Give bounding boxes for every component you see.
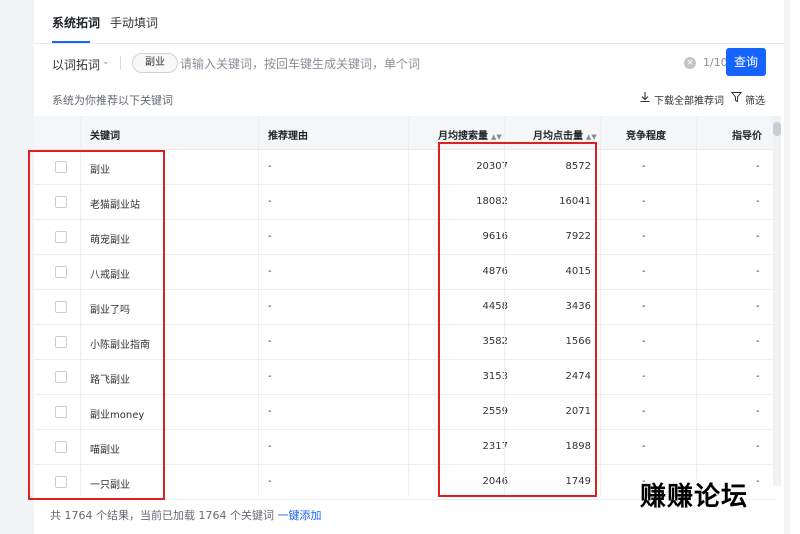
competition-cell: - (642, 196, 646, 207)
reason-cell: - (268, 196, 272, 207)
vertical-scrollbar[interactable] (773, 116, 781, 486)
sort-icon[interactable]: ▲▼ (491, 133, 502, 141)
price-cell: - (756, 476, 760, 487)
highlight-box-keywords (28, 150, 165, 500)
header-keyword: 关键词 (90, 131, 120, 142)
price-cell: - (756, 336, 760, 347)
competition-cell: - (642, 406, 646, 417)
side-panel-edge (790, 0, 800, 534)
competition-cell: - (642, 301, 646, 312)
column-divider (600, 116, 601, 496)
header-reason: 推荐理由 (268, 131, 308, 142)
suggest-bar: 系统为你推荐以下关键词 下载全部推荐词 筛选 (34, 84, 784, 114)
price-cell: - (756, 301, 760, 312)
sort-icon[interactable]: ▲▼ (586, 133, 597, 141)
watermark-text: 赚赚论坛 (640, 482, 749, 512)
competition-cell: - (642, 161, 646, 172)
competition-cell: - (642, 266, 646, 277)
price-cell: - (756, 406, 760, 417)
filter-icon[interactable] (731, 91, 742, 103)
reason-cell: - (268, 161, 272, 172)
column-divider (258, 116, 259, 496)
filter-button[interactable]: 筛选 (745, 92, 765, 107)
download-all-button[interactable]: 下载全部推荐词 (654, 92, 724, 107)
competition-cell: - (642, 371, 646, 382)
add-all-link[interactable]: 一键添加 (277, 509, 321, 522)
column-divider (408, 116, 409, 496)
reason-cell: - (268, 406, 272, 417)
header-search[interactable]: 月均搜索量 ▲▼ (438, 127, 502, 142)
table-header: 关键词 推荐理由 月均搜索量 ▲▼ 月均点击量 ▲▼ 竞争程度 指导价 (34, 116, 776, 150)
keyword-chip[interactable]: 副业 (132, 53, 178, 73)
price-cell: - (756, 441, 760, 452)
tab-bar: 系统拓词 手动填词 (34, 0, 784, 44)
reason-cell: - (268, 336, 272, 347)
price-cell: - (756, 196, 760, 207)
keyword-count: 1/10 (703, 56, 728, 69)
download-icon[interactable] (639, 91, 651, 103)
price-cell: - (756, 161, 760, 172)
reason-cell: - (268, 266, 272, 277)
result-summary: 共 1764 个结果，当前已加载 1764 个关键词 (50, 509, 274, 522)
reason-cell: - (268, 301, 272, 312)
chevron-down-icon[interactable]: ⌄ (102, 57, 110, 67)
result-footer: 共 1764 个结果，当前已加载 1764 个关键词 一键添加 (50, 507, 321, 523)
divider (120, 56, 121, 70)
reason-cell: - (268, 371, 272, 382)
column-divider (696, 116, 697, 496)
header-price: 指导价 (732, 131, 762, 142)
header-click[interactable]: 月均点击量 ▲▼ (533, 127, 597, 142)
mode-select[interactable]: 以词拓词 (52, 56, 100, 73)
header-competition: 竞争程度 (626, 131, 666, 142)
tab-system-expand[interactable]: 系统拓词 (52, 14, 100, 31)
reason-cell: - (268, 231, 272, 242)
competition-cell: - (642, 231, 646, 242)
reason-cell: - (268, 476, 272, 487)
header-click-label: 月均点击量 (533, 131, 583, 142)
header-search-label: 月均搜索量 (438, 131, 488, 142)
reason-cell: - (268, 441, 272, 452)
search-input[interactable] (180, 54, 680, 74)
tab-manual-fill[interactable]: 手动填词 (110, 14, 158, 31)
highlight-box-volumes (438, 142, 597, 497)
price-cell: - (756, 371, 760, 382)
competition-cell: - (642, 441, 646, 452)
price-cell: - (756, 231, 760, 242)
scrollbar-thumb[interactable] (773, 122, 781, 136)
competition-cell: - (642, 336, 646, 347)
query-button[interactable]: 查询 (726, 48, 766, 76)
suggest-text: 系统为你推荐以下关键词 (52, 94, 173, 107)
search-bar: 以词拓词 ⌄ 副业 × 1/10 查询 (34, 44, 784, 84)
active-tab-indicator (52, 41, 90, 43)
clear-icon[interactable]: × (684, 57, 696, 69)
price-cell: - (756, 266, 760, 277)
